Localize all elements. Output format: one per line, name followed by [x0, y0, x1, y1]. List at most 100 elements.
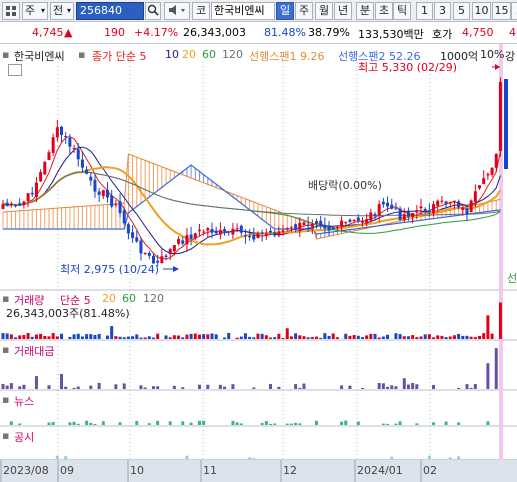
candle-body	[172, 245, 176, 252]
link-button[interactable]: 코	[192, 2, 210, 20]
news-panel-title: 뉴스	[14, 395, 35, 408]
candle-body	[248, 236, 252, 238]
news-bar	[147, 423, 151, 425]
candle-body	[51, 137, 55, 153]
volume-bar	[193, 333, 197, 339]
disclosure-panel-title: 공시	[14, 431, 35, 444]
amount-bar	[390, 385, 394, 389]
price-legend: ▪ 한국비엔씨 ▪ 종가 단순 5 10 20 60 120 선행스팬1 9.2…	[0, 44, 517, 63]
amount-bar	[432, 384, 436, 389]
chevron-down-icon: ▾	[66, 6, 71, 15]
news-bar	[85, 420, 89, 425]
candle-body	[106, 189, 109, 198]
volume-bar	[214, 334, 218, 339]
candle-body	[281, 230, 285, 232]
disclosure-bar	[427, 455, 431, 459]
interval-tab-3[interactable]: 10	[472, 2, 491, 20]
market-select[interactable]: 주 ▾	[22, 2, 48, 20]
amount-bar	[465, 384, 469, 389]
candle-body	[381, 201, 385, 205]
period-tab-6[interactable]: 틱	[393, 2, 411, 20]
period-tab-5[interactable]: 초	[375, 2, 393, 20]
interval-tab-0[interactable]: 1	[416, 2, 433, 20]
amount-bar	[1, 383, 5, 389]
legend-span2: 선행스팬2 52.26	[338, 50, 421, 63]
news-bar	[231, 420, 235, 425]
quote-extra: 4	[509, 26, 516, 39]
interval-tab-2[interactable]: 5	[453, 2, 470, 20]
news-bar	[18, 423, 22, 425]
volume-bar	[47, 336, 51, 339]
axis-label-0: 2023/08	[3, 464, 49, 477]
stock-code-input[interactable]: 256840	[76, 2, 144, 20]
amount-bar	[411, 382, 415, 389]
candle-body	[373, 214, 377, 216]
candle-body	[331, 227, 335, 230]
amount-bar	[143, 387, 147, 389]
legend-unit: 1000억	[440, 50, 479, 63]
settings-icon[interactable]: ▪	[78, 48, 85, 61]
disclosure-bar	[185, 455, 189, 459]
volume-bar	[352, 335, 356, 339]
volume-bar	[331, 333, 335, 339]
collapse-icon[interactable]: ▪	[2, 48, 9, 61]
volume-bar	[248, 336, 252, 339]
candle-body	[168, 249, 172, 255]
volume-bar	[168, 337, 172, 339]
candle-body	[9, 203, 13, 206]
volume-bar	[189, 333, 193, 339]
period-tab-3[interactable]: 년	[334, 2, 352, 20]
hoga-value: 4,750	[462, 26, 494, 39]
amount-bar	[22, 384, 26, 389]
speaker-icon[interactable]	[164, 2, 190, 20]
amount-bar	[206, 384, 210, 389]
news-bar	[344, 420, 348, 425]
candle-body	[22, 201, 26, 205]
amount-bar	[377, 383, 381, 389]
amount-bar	[181, 387, 185, 389]
disclosure-bar	[457, 456, 461, 459]
legend-ma10: 10	[165, 48, 179, 61]
candle-body	[97, 191, 101, 195]
axis-label-4: 12	[283, 464, 297, 477]
news-bar	[386, 423, 390, 425]
volume-bar	[411, 335, 415, 339]
interval-tab-1[interactable]: 3	[434, 2, 451, 20]
volume-bar	[394, 333, 398, 339]
volume-bar	[22, 334, 26, 339]
collapse-icon[interactable]: ▪	[2, 393, 9, 406]
volume-bar	[273, 337, 277, 339]
candle-body	[486, 174, 490, 176]
collapse-icon[interactable]: ▪	[2, 343, 9, 356]
candle-body	[26, 193, 30, 202]
volume-bar	[118, 336, 122, 339]
search-icon[interactable]	[145, 2, 161, 20]
chart-canvas[interactable]: 2023/08 09 10 11 12 2024/01 02 최고 5,330 (02/29…	[0, 44, 517, 482]
volume-bar	[398, 334, 402, 339]
period-tab-0[interactable]: 일	[276, 2, 294, 20]
amount-bar	[381, 383, 385, 389]
period-tab-1[interactable]: 주	[295, 2, 313, 20]
amount-bar	[64, 386, 68, 389]
candle-body	[64, 136, 68, 138]
grid-menu-icon[interactable]	[2, 2, 20, 20]
candle-body	[340, 220, 344, 227]
collapse-icon[interactable]: ▪	[2, 429, 9, 442]
volume-bar	[310, 337, 314, 339]
volume-bar	[298, 335, 302, 339]
news-bar	[197, 420, 201, 425]
axis-label-1: 09	[60, 464, 74, 477]
interval-tab-5[interactable]: 3	[511, 2, 517, 20]
volume-bar	[306, 337, 310, 339]
amount-bar	[360, 387, 364, 389]
candle-body	[398, 208, 402, 221]
type-select[interactable]: 전 ▾	[50, 2, 74, 20]
volume-bar	[369, 333, 373, 339]
period-tab-2[interactable]: 월	[315, 2, 333, 20]
interval-tab-4[interactable]: 15	[492, 2, 511, 20]
legend-span1: 선행스팬1 9.26	[249, 50, 325, 63]
period-tab-4[interactable]: 분	[356, 2, 374, 20]
panel-toggle-icon[interactable]	[8, 64, 22, 76]
collapse-icon[interactable]: ▪	[2, 292, 9, 305]
candle-body	[218, 230, 222, 235]
